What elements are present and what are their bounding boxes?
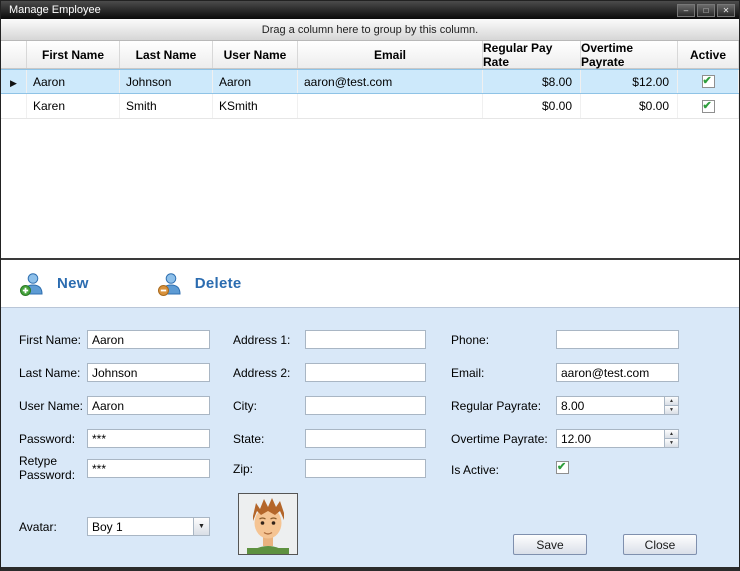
cell-email[interactable]: aaron@test.com bbox=[298, 70, 483, 93]
spin-down-icon[interactable] bbox=[665, 405, 678, 414]
employee-row-karen[interactable]: Karen Smith KSmith $0.00 $0.00 bbox=[1, 94, 739, 119]
manage-employee-window: Manage Employee – □ ✕ Drag a column here… bbox=[0, 0, 740, 571]
is-active-checkbox[interactable] bbox=[556, 461, 569, 474]
regular-payrate-spin-buttons bbox=[664, 396, 679, 415]
window-controls: – □ ✕ bbox=[677, 4, 739, 17]
address2-input[interactable] bbox=[305, 363, 426, 382]
address2-label: Address 2: bbox=[233, 366, 290, 380]
cell-active[interactable] bbox=[678, 94, 739, 118]
column-header-first-name[interactable]: First Name bbox=[27, 41, 120, 68]
column-header-user-name[interactable]: User Name bbox=[213, 41, 298, 68]
state-input[interactable] bbox=[305, 429, 426, 448]
row-indicator-cell bbox=[1, 70, 27, 93]
cell-first-name[interactable]: Aaron bbox=[27, 70, 120, 93]
regular-payrate-input[interactable] bbox=[556, 396, 664, 415]
column-header-regular-pay-rate[interactable]: Regular Pay Rate bbox=[483, 41, 581, 68]
cell-active[interactable] bbox=[678, 70, 739, 93]
selected-row-arrow-icon bbox=[10, 75, 17, 89]
close-form-button[interactable]: Close bbox=[623, 534, 697, 555]
toolbar: New Delete bbox=[1, 260, 739, 308]
password-label: Password: bbox=[19, 432, 75, 446]
grid-header-row: First Name Last Name User Name Email Reg… bbox=[1, 41, 739, 69]
maximize-button[interactable]: □ bbox=[697, 4, 715, 17]
cell-first-name[interactable]: Karen bbox=[27, 94, 120, 118]
overtime-payrate-label: Overtime Payrate: bbox=[451, 432, 548, 446]
email-label: Email: bbox=[451, 366, 484, 380]
dropdown-arrow-icon[interactable] bbox=[193, 518, 209, 535]
spin-up-icon[interactable] bbox=[665, 430, 678, 438]
cell-email[interactable] bbox=[298, 94, 483, 118]
password-input[interactable] bbox=[87, 429, 210, 448]
row-indicator-header bbox=[1, 41, 27, 68]
window-title: Manage Employee bbox=[9, 4, 677, 16]
avatar-image bbox=[238, 493, 298, 555]
new-person-icon bbox=[19, 271, 45, 297]
retype-password-input[interactable] bbox=[87, 459, 210, 478]
delete-button-label: Delete bbox=[195, 275, 242, 292]
avatar-select-value: Boy 1 bbox=[88, 518, 193, 535]
grid-empty-area bbox=[1, 119, 739, 258]
last-name-label: Last Name: bbox=[19, 366, 80, 380]
column-header-last-name[interactable]: Last Name bbox=[120, 41, 213, 68]
titlebar[interactable]: Manage Employee – □ ✕ bbox=[1, 1, 739, 19]
save-button[interactable]: Save bbox=[513, 534, 587, 555]
employee-form: First Name: Last Name: User Name: Passwo… bbox=[1, 308, 739, 567]
overtime-payrate-spin-buttons bbox=[664, 429, 679, 448]
avatar-select[interactable]: Boy 1 bbox=[87, 517, 210, 536]
city-label: City: bbox=[233, 399, 257, 413]
cell-user-name[interactable]: Aaron bbox=[213, 70, 298, 93]
active-checkbox[interactable] bbox=[702, 100, 715, 113]
address1-label: Address 1: bbox=[233, 333, 290, 347]
user-name-input[interactable] bbox=[87, 396, 210, 415]
cell-user-name[interactable]: KSmith bbox=[213, 94, 298, 118]
phone-label: Phone: bbox=[451, 333, 489, 347]
column-header-overtime-payrate[interactable]: Overtime Payrate bbox=[581, 41, 678, 68]
city-input[interactable] bbox=[305, 396, 426, 415]
first-name-input[interactable] bbox=[87, 330, 210, 349]
close-button[interactable]: ✕ bbox=[717, 4, 735, 17]
is-active-label: Is Active: bbox=[451, 463, 499, 477]
new-button[interactable]: New bbox=[19, 271, 89, 297]
cell-regular-pay-rate[interactable]: $0.00 bbox=[483, 94, 581, 118]
delete-person-icon bbox=[157, 271, 183, 297]
last-name-input[interactable] bbox=[87, 363, 210, 382]
state-label: State: bbox=[233, 432, 264, 446]
cell-overtime-payrate[interactable]: $12.00 bbox=[581, 70, 678, 93]
spin-down-icon[interactable] bbox=[665, 438, 678, 447]
regular-payrate-label: Regular Payrate: bbox=[451, 399, 541, 413]
spin-up-icon[interactable] bbox=[665, 397, 678, 405]
email-input[interactable] bbox=[556, 363, 679, 382]
regular-payrate-spinner bbox=[556, 396, 679, 415]
row-indicator-cell bbox=[1, 94, 27, 118]
avatar-label: Avatar: bbox=[19, 520, 57, 534]
first-name-label: First Name: bbox=[19, 333, 81, 347]
column-header-active[interactable]: Active bbox=[678, 41, 739, 68]
delete-button[interactable]: Delete bbox=[157, 271, 242, 297]
zip-label: Zip: bbox=[233, 462, 253, 476]
overtime-payrate-input[interactable] bbox=[556, 429, 664, 448]
address1-input[interactable] bbox=[305, 330, 426, 349]
phone-input[interactable] bbox=[556, 330, 679, 349]
new-button-label: New bbox=[57, 275, 89, 292]
cell-overtime-payrate[interactable]: $0.00 bbox=[581, 94, 678, 118]
cell-last-name[interactable]: Smith bbox=[120, 94, 213, 118]
group-by-drop-area[interactable]: Drag a column here to group by this colu… bbox=[1, 19, 739, 41]
cell-regular-pay-rate[interactable]: $8.00 bbox=[483, 70, 581, 93]
cell-last-name[interactable]: Johnson bbox=[120, 70, 213, 93]
zip-input[interactable] bbox=[305, 459, 426, 478]
user-name-label: User Name: bbox=[19, 399, 83, 413]
minimize-button[interactable]: – bbox=[677, 4, 695, 17]
column-header-email[interactable]: Email bbox=[298, 41, 483, 68]
overtime-payrate-spinner bbox=[556, 429, 679, 448]
active-checkbox[interactable] bbox=[702, 75, 715, 88]
detail-panel: New Delete First Name: Last Name: bbox=[1, 258, 739, 567]
employee-row-aaron[interactable]: Aaron Johnson Aaron aaron@test.com $8.00… bbox=[1, 69, 739, 94]
employee-grid: First Name Last Name User Name Email Reg… bbox=[1, 41, 739, 258]
retype-password-label: Retype Password: bbox=[19, 454, 77, 482]
